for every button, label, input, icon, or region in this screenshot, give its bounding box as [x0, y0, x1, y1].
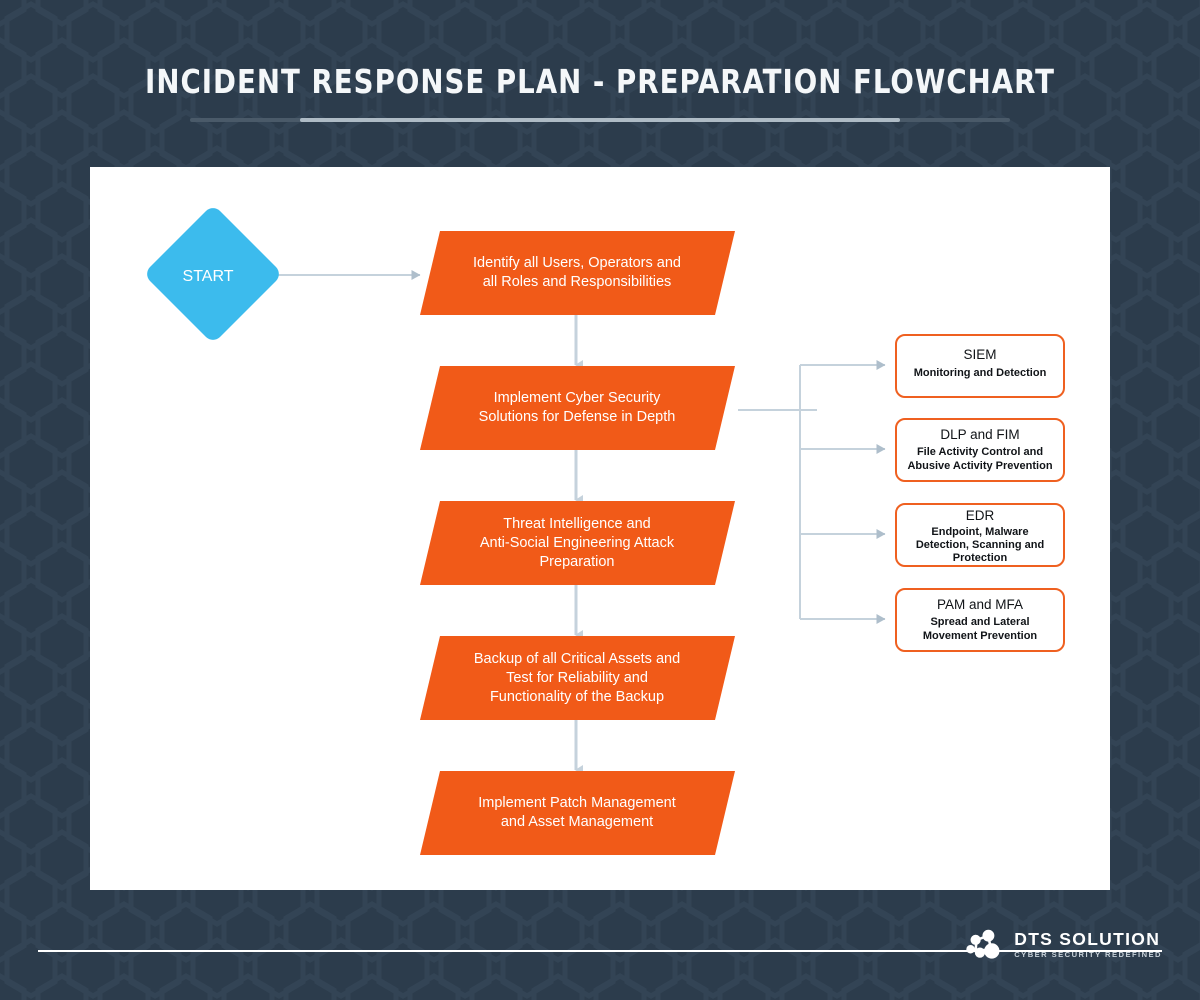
- flow-node-step-patch-asset-management[interactable]: Implement Patch Management and Asset Man…: [420, 771, 735, 855]
- page-title: INCIDENT RESPONSE PLAN - PREPARATION FLO…: [145, 62, 1055, 101]
- flowchart-panel: START Identify all Users, Operators and …: [90, 167, 1110, 890]
- connector-branch-trunk: [738, 360, 886, 624]
- flow-node-branch-edr[interactable]: EDR Endpoint, Malware Detection, Scannin…: [895, 503, 1065, 567]
- step3-line2: Anti-Social Engineering Attack: [480, 535, 675, 551]
- step4-line3: Functionality of the Backup: [490, 689, 664, 705]
- flow-node-branch-dlp-fim[interactable]: DLP and FIM File Activity Control and Ab…: [895, 418, 1065, 482]
- flow-node-step-threat-intelligence[interactable]: Threat Intelligence and Anti-Social Engi…: [420, 501, 735, 585]
- branch-siem-title: SIEM: [963, 347, 996, 362]
- flow-node-start[interactable]: START: [147, 208, 279, 340]
- step2-line2: Solutions for Defense in Depth: [479, 409, 676, 425]
- start-label: START: [183, 268, 234, 285]
- step3-line1: Threat Intelligence and: [503, 516, 651, 532]
- branch-edr-title: EDR: [966, 508, 995, 523]
- step5-line2: and Asset Management: [501, 814, 653, 830]
- branch-dlp-fim-sub2: Abusive Activity Prevention: [907, 460, 1052, 472]
- branch-edr-sub1: Endpoint, Malware: [931, 526, 1028, 538]
- title-area: INCIDENT RESPONSE PLAN - PREPARATION FLO…: [0, 62, 1200, 101]
- branch-pam-mfa-sub1: Spread and Lateral: [930, 616, 1029, 628]
- branch-dlp-fim-title: DLP and FIM: [940, 427, 1019, 442]
- branch-dlp-fim-sub1: File Activity Control and: [917, 446, 1043, 458]
- logo-tagline: CYBER SECURITY REDEFINED: [1014, 950, 1162, 960]
- step4-line2: Test for Reliability and: [506, 670, 648, 686]
- logo-name: DTS SOLUTION: [1014, 928, 1161, 949]
- flow-node-step-implement-security-solutions[interactable]: Implement Cyber Security Solutions for D…: [420, 366, 735, 450]
- flow-node-step-identify-users[interactable]: Identify all Users, Operators and all Ro…: [420, 231, 735, 315]
- title-underline-inner: [300, 118, 900, 122]
- branch-edr-sub2: Detection, Scanning and: [916, 539, 1044, 551]
- branch-pam-mfa-sub2: Movement Prevention: [923, 630, 1038, 642]
- step1-line2: all Roles and Responsibilities: [483, 274, 672, 290]
- branch-siem-sub1: Monitoring and Detection: [914, 367, 1047, 379]
- step1-line1: Identify all Users, Operators and: [473, 255, 681, 271]
- step5-line1: Implement Patch Management: [478, 795, 675, 811]
- molecule-logo-icon: [966, 929, 1000, 959]
- flow-node-branch-siem[interactable]: SIEM Monitoring and Detection: [895, 334, 1065, 398]
- step4-line1: Backup of all Critical Assets and: [474, 651, 680, 667]
- branch-edr-sub3: Protection: [953, 552, 1008, 564]
- brand-logo: DTS SOLUTION CYBER SECURITY REDEFINED: [965, 928, 1162, 962]
- flow-node-branch-pam-mfa[interactable]: PAM and MFA Spread and Lateral Movement …: [895, 588, 1065, 652]
- step2-line1: Implement Cyber Security: [494, 390, 662, 406]
- flow-node-step-backup-critical-assets[interactable]: Backup of all Critical Assets and Test f…: [420, 636, 735, 720]
- step3-line3: Preparation: [540, 554, 615, 570]
- branch-pam-mfa-title: PAM and MFA: [937, 597, 1023, 612]
